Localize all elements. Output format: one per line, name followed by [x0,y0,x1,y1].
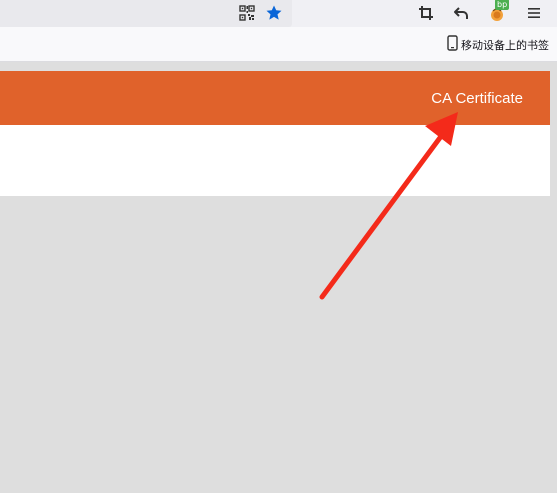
crop-icon[interactable] [416,3,436,23]
browser-toolbar: bp [0,0,557,27]
bookmark-star-icon[interactable] [265,4,283,22]
menu-icon[interactable] [524,3,544,23]
page-header: CA Certificate [0,71,550,125]
mobile-device-icon [447,35,461,54]
mobile-bookmarks-label: 移动设备上的书签 [461,38,549,52]
ca-certificate-link[interactable]: CA Certificate [431,90,523,107]
qr-code-icon[interactable] [238,4,256,22]
page-body [0,125,550,196]
url-bar[interactable] [0,0,292,27]
bookmarks-bar: 移动设备上的书签 [0,27,557,62]
extension-badge: bp [495,0,510,10]
mobile-bookmarks-folder[interactable]: 移动设备上的书签 [447,35,549,54]
undo-icon[interactable] [451,3,471,23]
